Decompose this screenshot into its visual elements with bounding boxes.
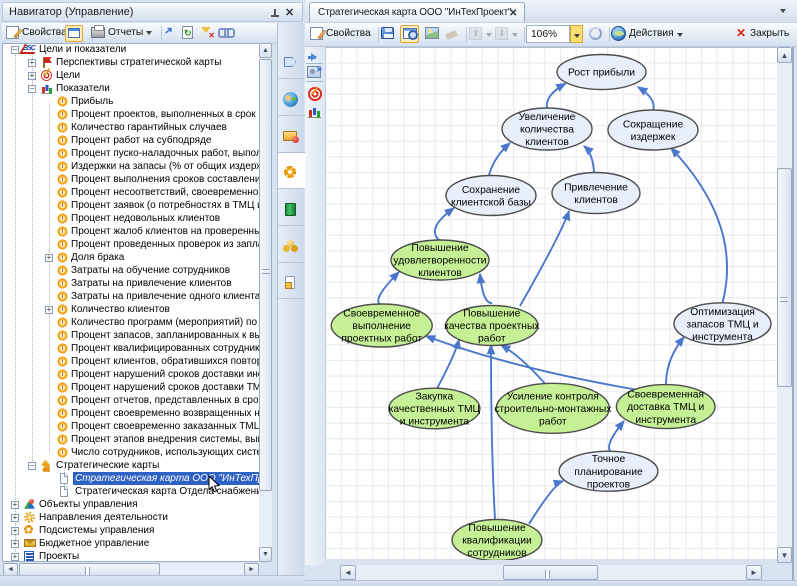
svg-text:Оптимизациязапасов ТМЦ иинстру: Оптимизациязапасов ТМЦ иинструмента <box>686 307 758 343</box>
svg-text:Сокращениеиздержек: Сокращениеиздержек <box>623 119 684 143</box>
svg-text:Сохранениеклиентской базы: Сохранениеклиентской базы <box>451 185 531 209</box>
svg-text:Повышениеквалификациисотрудник: Повышениеквалификациисотрудников <box>462 523 532 559</box>
svg-text:Увеличениеколичестваклиентов: Увеличениеколичестваклиентов <box>519 112 576 148</box>
svg-text:Своевременноевыполнениепроектн: Своевременноевыполнениепроектных работ <box>341 309 422 345</box>
svg-text:Своевременнаядоставка ТМЦ иинс: Своевременнаядоставка ТМЦ иинструмента <box>627 390 704 426</box>
svg-text:Рост прибыли: Рост прибыли <box>568 67 635 79</box>
